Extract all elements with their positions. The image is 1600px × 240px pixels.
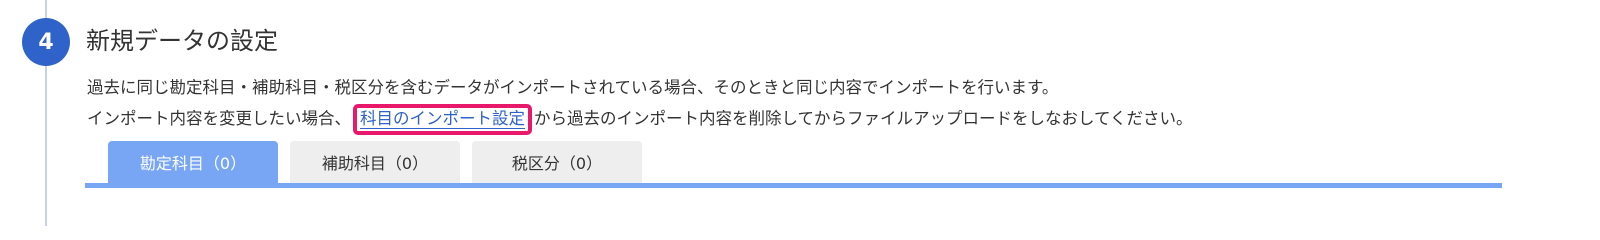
tab-underline-bar [85,183,1502,188]
description-line-1: 過去に同じ勘定科目・補助科目・税区分を含むデータがインポートされている場合、その… [87,78,1059,97]
new-data-settings-section: 4 新規データの設定 過去に同じ勘定科目・補助科目・税区分を含むデータがインポー… [0,0,1600,226]
tab-tax-categories[interactable]: 税区分（0） [472,141,642,183]
link-highlight-box: 科目のインポート設定 [353,104,532,135]
step-number-badge: 4 [22,18,70,66]
description-text-before-link: インポート内容を変更したい場合、 [87,109,351,128]
account-type-tabs: 勘定科目（0） 補助科目（0） 税区分（0） [108,141,642,183]
account-import-settings-link[interactable]: 科目のインポート設定 [360,109,525,129]
tab-account-items[interactable]: 勘定科目（0） [108,141,278,183]
tab-sub-account-items[interactable]: 補助科目（0） [290,141,460,183]
section-title: 新規データの設定 [86,27,278,55]
description-line-2: インポート内容を変更したい場合、 科目のインポート設定 から過去のインポート内容を削… [87,104,1193,135]
description-text-after-link: から過去のインポート内容を削除してからファイルアップロードをしなおしてください。 [534,109,1193,128]
